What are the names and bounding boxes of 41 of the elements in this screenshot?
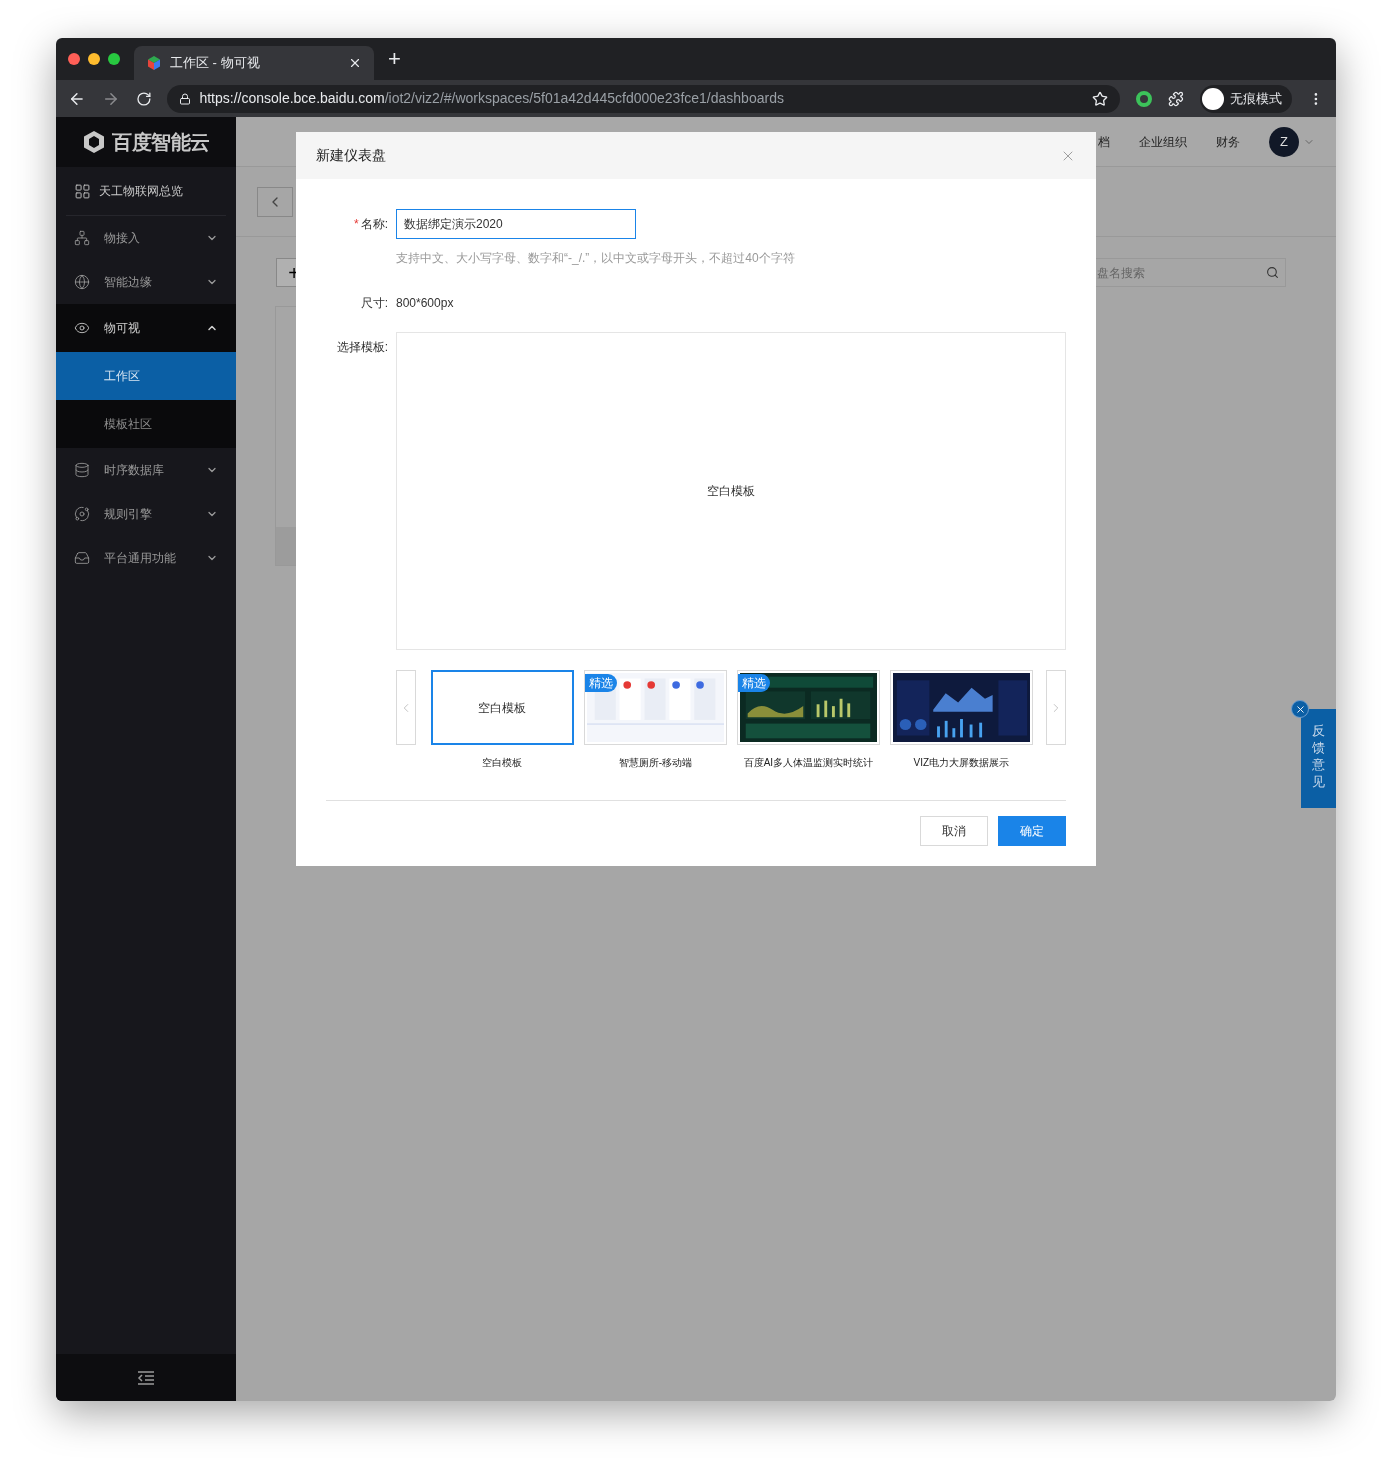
dialog-title: 新建仪表盘 [316,146,386,165]
profile-button[interactable]: 无痕模式 [1200,84,1293,113]
avatar[interactable]: Z [1269,126,1299,157]
required-mark: * [354,216,359,233]
header-link[interactable]: 企业组织 [1139,132,1187,151]
sidebar-item[interactable]: 物可视 [56,304,236,352]
thumbnail-label: 空白模板 [478,699,527,717]
field-label: 名称: [360,216,388,233]
sidebar-subitem[interactable]: 工作区 [56,352,236,400]
url-text: https://console.bce.baidu.com/iot2/viz2/#/workspaces/5f01a42d445cfd000e23fce1/dashboards [199,89,785,108]
sidebar-item[interactable]: 规则引擎 [56,492,236,536]
header-link[interactable]: 财务 [1216,132,1240,151]
feedback-tab[interactable]: 反馈意见 [1301,709,1336,808]
template-preview: 空白模板 [396,332,1066,650]
template-name: 空白模板 [482,756,523,770]
field-label: 选择模板: [335,339,388,356]
cancel-button[interactable]: 取消 [920,816,988,846]
template-name: 智慧厕所-移动端 [618,756,693,770]
template-thumbnail[interactable]: 精选 [583,670,727,745]
template-thumbnail[interactable]: 空白模板 [430,670,574,745]
field-label: 尺寸: [359,295,388,312]
sidebar-item[interactable]: 智能边缘 [56,260,236,304]
sidebar-subitem[interactable]: 模板社区 [56,400,236,448]
featured-badge: 精选 [584,674,617,692]
new-tab-button[interactable]: + [388,48,401,70]
logo-text: 百度智能云 [112,130,210,155]
featured-badge: 精选 [737,674,770,692]
browser-tab[interactable]: 工作区 - 物可视 [134,46,374,80]
sidebar-item[interactable]: 平台通用功能 [56,536,236,580]
header-link[interactable]: 档 [1098,132,1110,151]
address-bar[interactable]: https://console.bce.baidu.com/iot2/viz2/#/workspaces/5f01a42d445cfd000e23fce1/dashboards [167,84,1121,113]
template-thumbnail[interactable]: 精选 [736,670,880,745]
size-value: 800*600px [396,295,454,312]
confirm-button[interactable]: 确定 [998,816,1066,846]
name-input[interactable]: 数据绑定演示2020 [396,209,636,239]
hint-text: 支持中文、大小写字母、数字和“-_/.”，以中文或字母开头，不超过40个字符 [396,250,796,267]
template-name: VIZ电力大屏数据展示 [913,756,1010,770]
sidebar-item[interactable]: 天工物联网总览 [66,167,226,216]
sidebar-item[interactable]: 时序数据库 [56,448,236,492]
template-name: 百度AI多人体温监测实时统计 [743,756,874,770]
sidebar-item[interactable]: 物接入 [56,216,236,260]
